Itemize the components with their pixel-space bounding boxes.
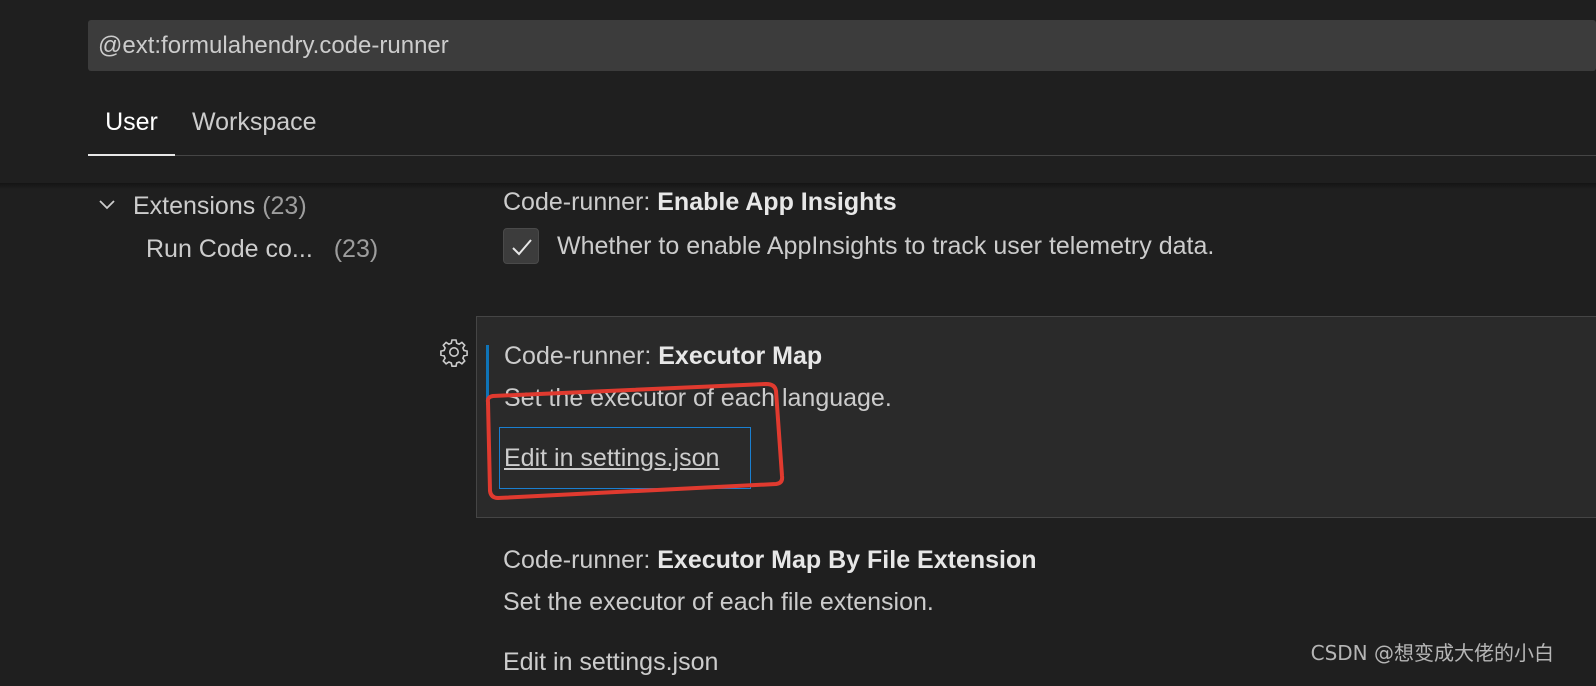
edit-in-settings-json-link[interactable]: Edit in settings.json bbox=[503, 648, 718, 677]
enable-app-insights-checkbox[interactable] bbox=[503, 228, 539, 264]
setting-enable-app-insights: Code-runner: Enable App Insights Whether… bbox=[476, 188, 1596, 298]
tab-workspace[interactable]: Workspace bbox=[192, 100, 317, 156]
chevron-down-icon bbox=[96, 192, 126, 221]
settings-header: User Workspace bbox=[0, 0, 1596, 184]
toc-run-code[interactable]: Run Code co... (23) bbox=[146, 235, 378, 264]
toc-extensions[interactable]: Extensions (23) bbox=[96, 192, 307, 221]
toc-extensions-count: (23) bbox=[262, 192, 307, 220]
search-input[interactable] bbox=[98, 20, 1578, 71]
gear-icon[interactable] bbox=[439, 337, 469, 367]
toc-run-code-label: Run Code co... bbox=[146, 235, 313, 263]
setting-title: Code-runner: Enable App Insights bbox=[503, 188, 897, 216]
toc-run-code-count: (23) bbox=[333, 235, 379, 263]
scope-tabs: User Workspace bbox=[88, 100, 1596, 156]
search-box[interactable] bbox=[88, 20, 1596, 71]
setting-description: Whether to enable AppInsights to track u… bbox=[557, 232, 1215, 260]
check-icon bbox=[512, 239, 532, 256]
setting-title: Code-runner: Executor Map By File Extens… bbox=[503, 546, 1037, 574]
toc-extensions-label: Extensions bbox=[132, 192, 256, 220]
watermark: CSDN @想变成大佬的小白 bbox=[1310, 641, 1554, 665]
annotation-highlight bbox=[485, 382, 785, 500]
setting-description: Set the executor of each file extension. bbox=[503, 588, 934, 616]
tab-user[interactable]: User bbox=[88, 100, 175, 156]
setting-title: Code-runner: Executor Map bbox=[504, 342, 823, 370]
